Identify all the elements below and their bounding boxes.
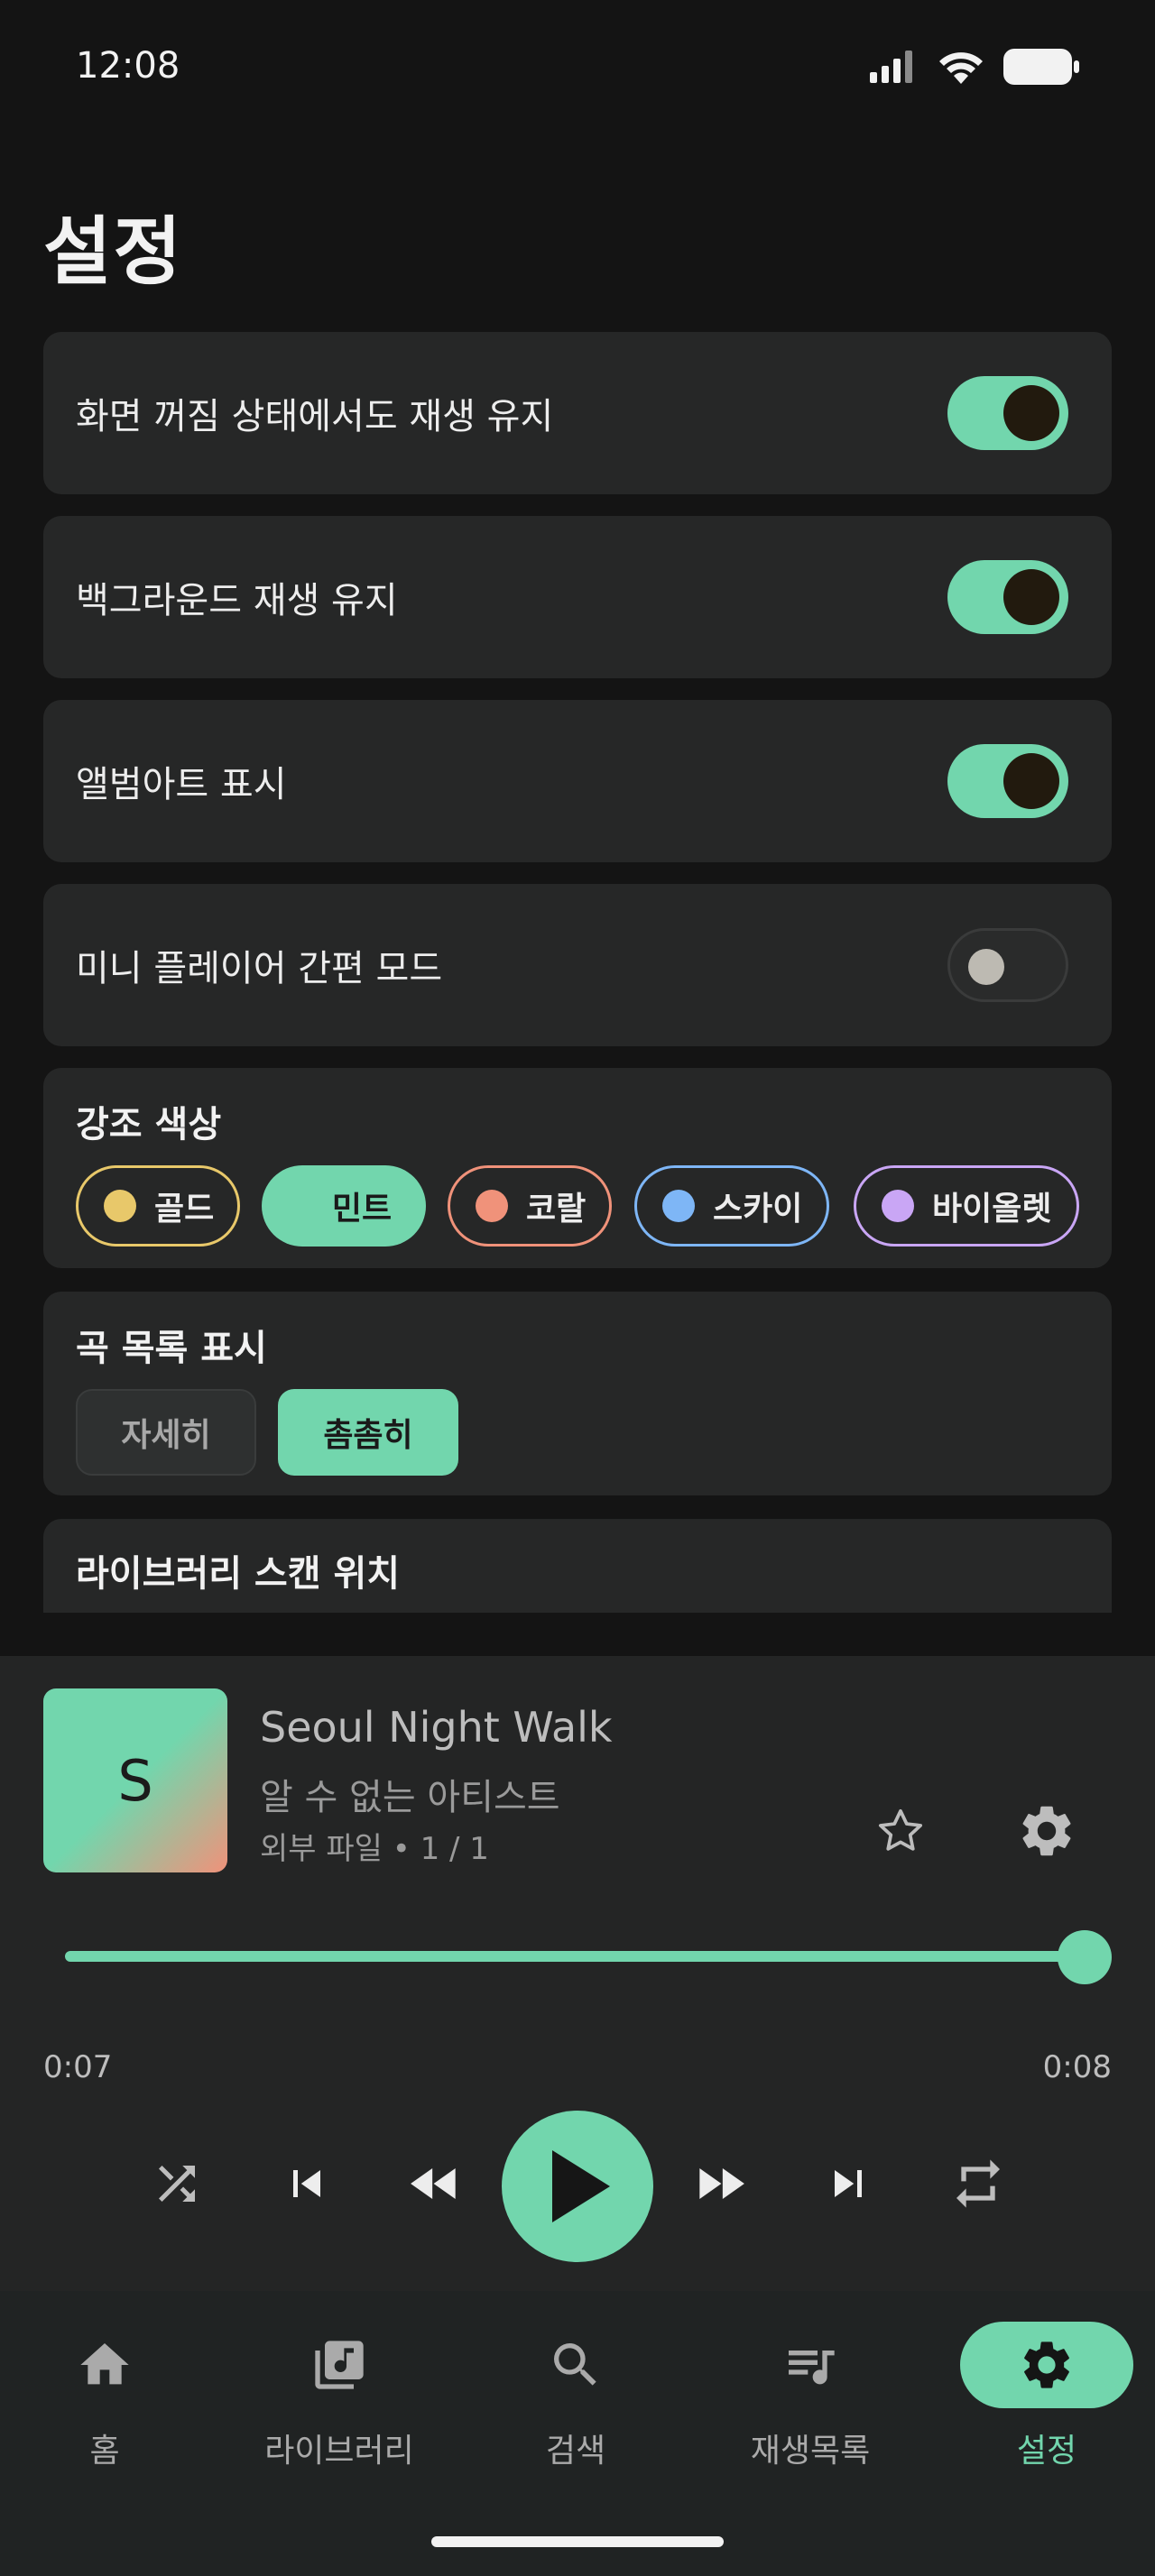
switch-knob [1003, 753, 1059, 809]
setting-label: 앨범아트 표시 [76, 764, 287, 805]
nav-item-home[interactable]: 홈 [0, 2291, 220, 2544]
chip-label: 민트 [331, 1191, 393, 1228]
progress-track[interactable] [65, 1951, 1085, 1962]
accent-chip-mint[interactable]: 민트 [262, 1165, 426, 1247]
library-music-icon [315, 2341, 364, 2389]
show-album-art-switch[interactable] [947, 744, 1068, 818]
list-view-detailed-button[interactable]: 자세히 [76, 1389, 256, 1476]
battery-icon [1003, 49, 1079, 85]
status-time: 12:08 [76, 45, 180, 87]
chip-label: 스카이 [713, 1191, 803, 1228]
skip-previous-button[interactable] [273, 2149, 341, 2218]
progress-thumb[interactable] [1058, 1930, 1112, 1984]
player-settings-button[interactable] [1012, 1797, 1081, 1865]
accent-color-title: 강조 색상 [76, 1104, 222, 1145]
switch-knob [1003, 385, 1059, 441]
star-outline-icon [878, 1808, 923, 1851]
play-icon [552, 2150, 610, 2222]
violet-dot [882, 1190, 914, 1222]
nav-label: 설정 [1016, 2433, 1077, 2470]
nav-icon-container [724, 2322, 897, 2408]
signal-icon [870, 51, 912, 83]
home-indicator[interactable] [431, 2536, 724, 2547]
nav-label: 라이브러리 [264, 2433, 414, 2470]
sky-dot [662, 1190, 695, 1222]
skip-next-button[interactable] [814, 2149, 882, 2218]
library-scan-location-title: 라이브러리 스캔 위치 [76, 1553, 401, 1595]
accent-chip-gold[interactable]: 골드 [76, 1165, 240, 1247]
nav-item-playlists[interactable]: 재생목록 [695, 2291, 926, 2544]
search-icon [554, 2343, 596, 2386]
duration-time: 0:08 [1042, 2049, 1112, 2085]
nav-label: 홈 [89, 2433, 120, 2470]
list-view-title: 곡 목록 표시 [76, 1328, 267, 1369]
chip-label: 골드 [154, 1191, 215, 1228]
setting-label: 화면 꺼짐 상태에서도 재생 유지 [76, 396, 554, 437]
fast-forward-button[interactable] [686, 2149, 754, 2218]
repeat-button[interactable] [944, 2149, 1012, 2218]
chip-label: 바이올렛 [932, 1191, 1052, 1228]
nav-icon-container [253, 2322, 426, 2408]
setting-show-album-art[interactable]: 앨범아트 표시 [43, 700, 1112, 862]
setting-background-playback[interactable]: 백그라운드 재생 유지 [43, 516, 1112, 678]
home-icon [80, 2343, 129, 2385]
background-playback-switch[interactable] [947, 560, 1068, 634]
track-title: Seoul Night Walk [260, 1703, 613, 1752]
nav-icon-container [18, 2322, 191, 2408]
elapsed-time: 0:07 [43, 2049, 113, 2085]
accent-chip-coral[interactable]: 코랄 [448, 1165, 612, 1247]
chip-label: 코랄 [526, 1191, 587, 1228]
gear-icon [1024, 2341, 1069, 2388]
list-view-compact-button[interactable]: 촘촘히 [278, 1389, 458, 1476]
nav-label: 재생목록 [750, 2433, 871, 2470]
accent-chip-sky[interactable]: 스카이 [634, 1165, 829, 1247]
shuffle-button[interactable] [143, 2149, 211, 2218]
status-bar: 12:08 [0, 0, 1155, 135]
library-scan-location-card[interactable]: 라이브러리 스캔 위치 [43, 1519, 1112, 1613]
coral-dot [476, 1190, 508, 1222]
album-art[interactable]: S [43, 1688, 227, 1872]
setting-screen-off-playback[interactable]: 화면 꺼짐 상태에서도 재생 유지 [43, 332, 1112, 494]
nav-label: 검색 [545, 2433, 606, 2470]
play-button[interactable] [502, 2111, 653, 2262]
switch-knob [1003, 569, 1059, 625]
nav-item-library[interactable]: 라이브러리 [224, 2291, 455, 2544]
gold-dot [104, 1190, 136, 1222]
repeat-icon [956, 2159, 1000, 2208]
rewind-button[interactable] [401, 2149, 469, 2218]
nav-item-search[interactable]: 검색 [460, 2291, 691, 2544]
nav-icon-container [960, 2322, 1133, 2408]
gear-icon [1022, 1806, 1071, 1856]
wifi-icon [939, 52, 983, 84]
setting-label: 미니 플레이어 간편 모드 [76, 948, 443, 989]
favorite-button[interactable] [870, 1800, 931, 1862]
track-meta: 외부 파일 • 1 / 1 [260, 1831, 489, 1867]
nav-icon-container [489, 2322, 662, 2408]
track-artist: 알 수 없는 아티스트 [260, 1777, 560, 1818]
mini-player-simple-mode-switch[interactable] [947, 928, 1068, 1002]
accent-chip-violet[interactable]: 바이올렛 [854, 1165, 1079, 1247]
status-icons [870, 49, 1079, 85]
switch-knob [968, 949, 1004, 985]
page-title: 설정 [43, 209, 183, 295]
setting-mini-player-simple-mode[interactable]: 미니 플레이어 간편 모드 [43, 884, 1112, 1046]
shuffle-icon [159, 2166, 195, 2202]
nav-item-settings[interactable]: 설정 [931, 2291, 1155, 2544]
skip-previous-icon [293, 2170, 320, 2197]
rewind-icon [411, 2168, 456, 2199]
bottom-navigation: 홈 라이브러리 검색 재생목록 설정 [0, 2291, 1155, 2576]
skip-next-icon [835, 2170, 862, 2197]
playlist-icon [789, 2351, 835, 2385]
fast-forward-icon [699, 2168, 744, 2199]
accent-color-card: 강조 색상 골드 민트 코랄 스카이 바이올렛 [43, 1068, 1112, 1268]
setting-label: 백그라운드 재생 유지 [76, 580, 398, 621]
list-view-card: 곡 목록 표시 자세히 촘촘히 [43, 1292, 1112, 1495]
screen-off-playback-switch[interactable] [947, 376, 1068, 450]
